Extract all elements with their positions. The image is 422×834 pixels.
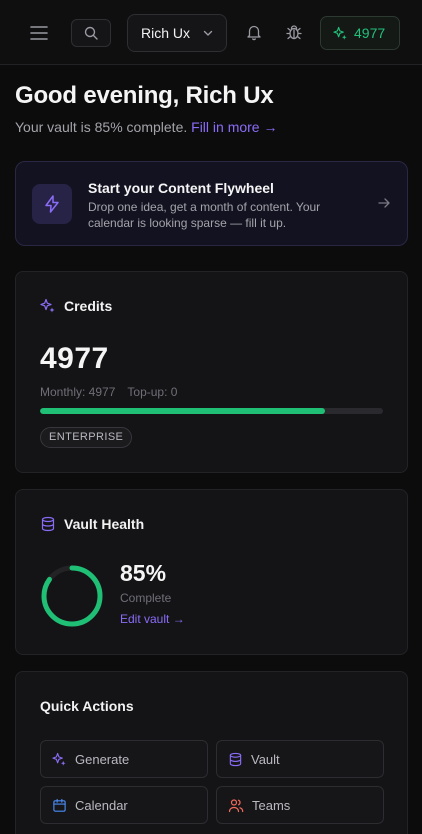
vault-button[interactable]: Vault (216, 740, 384, 778)
sparkles-icon (52, 752, 66, 766)
credits-progress-bar (40, 408, 383, 414)
bell-icon[interactable] (245, 23, 263, 41)
teams-label: Teams (252, 797, 291, 813)
credits-card-header: Credits (40, 298, 112, 314)
chevron-down-icon (203, 30, 213, 36)
search-icon (84, 26, 98, 40)
search-button[interactable] (71, 19, 111, 47)
sparkles-icon (40, 298, 55, 313)
credits-count: 4977 (354, 25, 386, 41)
database-icon (41, 516, 55, 532)
users-icon (228, 798, 244, 812)
credits-card-title: Credits (64, 298, 113, 314)
quick-actions-title: Quick Actions (40, 698, 134, 714)
page-title: Good evening, Rich Ux (15, 82, 274, 109)
credits-progress-fill (40, 408, 325, 414)
credits-breakdown: Monthly: 4977 Top-up: 0 (40, 385, 177, 399)
hamburger-icon (30, 26, 48, 40)
generate-label: Generate (75, 751, 130, 767)
arrow-right-icon (378, 198, 390, 208)
flywheel-description: Drop one idea, get a month of content. Y… (88, 200, 321, 230)
plan-badge: ENTERPRISE (40, 427, 133, 448)
vault-health-title: Vault Health (64, 516, 145, 532)
bug-icon[interactable] (285, 23, 303, 41)
vault-progress-ring (41, 565, 103, 627)
credits-pill[interactable]: 4977 (320, 16, 400, 50)
calendar-label: Calendar (75, 797, 128, 813)
menu-button[interactable] (26, 20, 52, 46)
vault-label: Vault (251, 751, 280, 767)
lightning-icon (45, 195, 59, 213)
calendar-button[interactable]: Calendar (40, 786, 208, 824)
top-bar: Rich Ux 4977 (0, 0, 422, 65)
credits-card: Credits 4977 Monthly: 4977 Top-up: 0 ENT… (15, 271, 408, 473)
vault-percent: 85% (120, 560, 167, 586)
generate-button[interactable]: Generate (40, 740, 208, 778)
sparkles-icon (333, 26, 347, 40)
calendar-icon (53, 798, 66, 812)
quick-actions-card: Quick Actions Generate Vault Calendar Te… (15, 671, 408, 834)
vault-health-card: Vault Health 85% Complete Edit vault → (15, 489, 408, 655)
fill-in-more-link[interactable]: Fill in more → (191, 119, 277, 135)
credits-total: 4977 (40, 342, 109, 375)
workspace-name: Rich Ux (141, 25, 191, 41)
flywheel-banner[interactable]: Start your Content Flywheel Drop one ide… (15, 161, 408, 246)
workspace-switcher[interactable]: Rich Ux (127, 14, 227, 52)
edit-vault-link[interactable]: Edit vault → (120, 612, 185, 626)
vault-status: Complete (120, 591, 172, 605)
credits-monthly: Monthly: 4977 (40, 385, 116, 399)
flywheel-icon-box (32, 184, 72, 224)
vault-summary-text: Your vault is 85% complete. (15, 119, 188, 135)
flywheel-title: Start your Content Flywheel (88, 180, 274, 196)
database-icon (229, 752, 242, 766)
vault-summary: Your vault is 85% complete. Fill in more… (15, 119, 278, 135)
vault-health-header: Vault Health (40, 516, 144, 532)
teams-button[interactable]: Teams (216, 786, 384, 824)
credits-topup: Top-up: 0 (127, 385, 178, 399)
